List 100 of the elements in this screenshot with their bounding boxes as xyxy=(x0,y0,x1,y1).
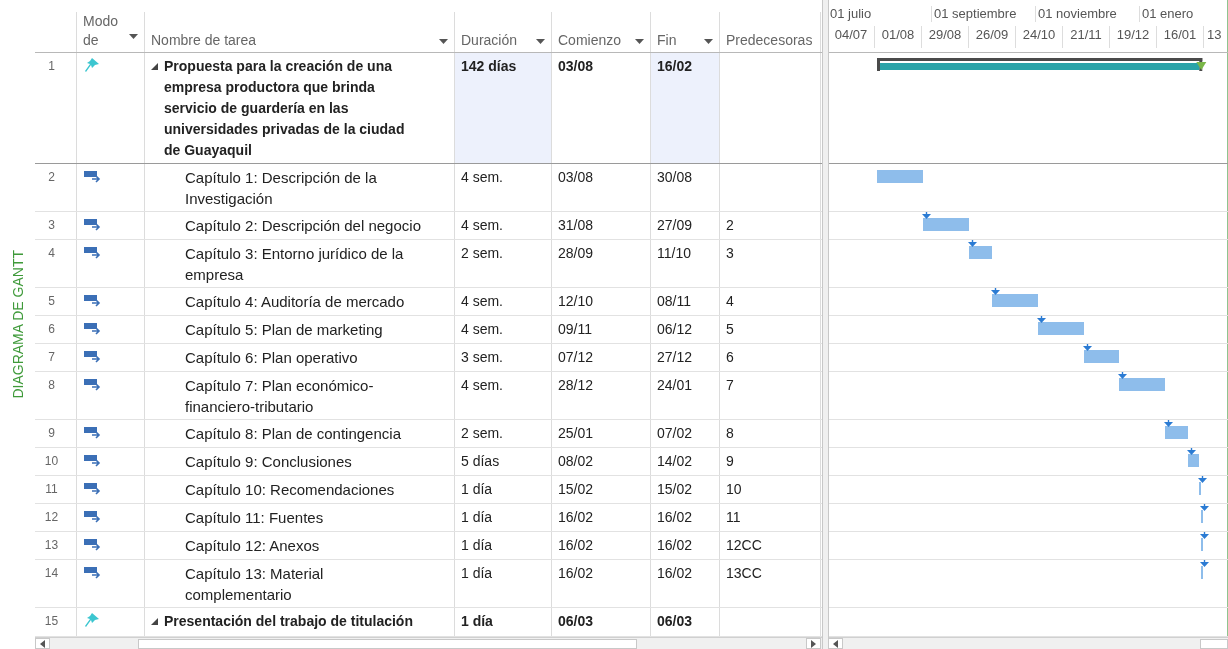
duration-cell: 1 día xyxy=(455,476,552,503)
duration-cell: 1 día xyxy=(455,560,552,607)
row-number: 15 xyxy=(35,608,77,636)
end-date-cell: 27/12 xyxy=(651,344,720,371)
left-arrow-icon xyxy=(833,639,838,648)
timescale-label: 24/10 xyxy=(1015,26,1062,48)
start-date-cell: 09/11 xyxy=(552,316,651,343)
start-date-cell: 03/08 xyxy=(552,164,651,211)
link-arrow xyxy=(1199,532,1209,539)
task-name: Capítulo 3: Entorno jurídico de la empresa xyxy=(185,244,405,285)
task-name: Propuesta para la creación de una empresa productora que brinda servicio de guardería en las universidades privadas de la ciudad de Guayaquil xyxy=(164,57,406,160)
start-date-cell: 16/02 xyxy=(552,532,651,559)
view-label: DIAGRAMA DE GANTT xyxy=(9,250,26,399)
task-bar xyxy=(1199,482,1202,495)
task-bar xyxy=(877,170,924,183)
duration-cell: 5 días xyxy=(455,448,552,475)
row-number: 13 xyxy=(35,532,77,559)
task-bar xyxy=(969,246,993,259)
duration-cell: 1 día xyxy=(455,504,552,531)
column-header[interactable]: Modo de xyxy=(83,12,121,50)
right-arrow-icon xyxy=(811,639,816,648)
column-header[interactable]: Predecesoras xyxy=(726,32,813,48)
collapse-triangle-icon[interactable] xyxy=(151,618,158,625)
timescale-label: 16/01 xyxy=(1156,26,1203,48)
end-date-cell: 15/02 xyxy=(651,476,720,503)
end-date-cell: 07/02 xyxy=(651,420,720,447)
duration-cell: 4 sem. xyxy=(455,316,552,343)
end-date-cell: 27/09 xyxy=(651,212,720,239)
task-name: Capítulo 9: Conclusiones xyxy=(185,452,352,472)
predecessor-cell: 7 xyxy=(720,372,821,419)
end-date-cell: 14/02 xyxy=(651,448,720,475)
dropdown-caret-icon[interactable] xyxy=(536,39,545,44)
timescale-label: 01 enero xyxy=(1139,6,1227,22)
start-date-cell: 06/03 xyxy=(552,608,651,636)
task-name: Capítulo 13: Material complementario xyxy=(185,564,325,605)
row-number: 8 xyxy=(35,372,77,419)
column-header[interactable]: Duración xyxy=(461,32,518,48)
task-name: Capítulo 4: Auditoría de mercado xyxy=(185,292,405,312)
start-date-cell: 25/01 xyxy=(552,420,651,447)
predecessor-cell: 3 xyxy=(720,240,821,287)
row-number: 5 xyxy=(35,288,77,315)
row-number: 12 xyxy=(35,504,77,531)
column-header[interactable]: Nombre de tarea xyxy=(151,32,257,48)
duration-cell: 2 sem. xyxy=(455,420,552,447)
task-bar xyxy=(1164,426,1188,439)
task-bar xyxy=(1038,322,1085,335)
start-date-cell: 07/12 xyxy=(552,344,651,371)
link-arrow xyxy=(968,240,978,247)
task-bar xyxy=(1187,454,1200,467)
column-header[interactable]: Comienzo xyxy=(558,32,622,48)
start-date-cell: 28/09 xyxy=(552,240,651,287)
end-date-cell: 30/08 xyxy=(651,164,720,211)
predecessor-cell: 10 xyxy=(720,476,821,503)
scroll-right-button[interactable] xyxy=(806,638,821,649)
row-number: 9 xyxy=(35,420,77,447)
row-number: 11 xyxy=(35,476,77,503)
timescale-label: 29/08 xyxy=(921,26,968,48)
link-arrow xyxy=(1198,476,1208,483)
task-bar xyxy=(1200,538,1203,551)
link-arrow xyxy=(1199,560,1209,567)
column-header[interactable]: Fin xyxy=(657,32,677,48)
timescale-label: 01 noviembre xyxy=(1035,6,1139,22)
scroll-left-button[interactable] xyxy=(35,638,50,649)
duration-cell: 4 sem. xyxy=(455,372,552,419)
row-number: 4 xyxy=(35,240,77,287)
dropdown-caret-icon[interactable] xyxy=(129,34,138,39)
timescale-label: 04/07 xyxy=(833,26,869,44)
end-date-cell: 16/02 xyxy=(651,504,720,531)
task-bar xyxy=(1200,566,1203,579)
dropdown-caret-icon[interactable] xyxy=(704,39,713,44)
task-bar xyxy=(1118,378,1165,391)
task-name: Capítulo 12: Anexos xyxy=(185,536,320,556)
dropdown-caret-icon[interactable] xyxy=(439,39,448,44)
predecessor-cell: 2 xyxy=(720,212,821,239)
collapse-triangle-icon[interactable] xyxy=(151,63,158,70)
link-arrow xyxy=(991,288,1001,295)
link-arrow xyxy=(1037,316,1047,323)
start-date-cell: 08/02 xyxy=(552,448,651,475)
timescale-label: 01/08 xyxy=(874,26,921,48)
duration-cell: 142 días xyxy=(455,53,552,163)
scrollbar-thumb[interactable] xyxy=(1200,639,1228,649)
timescale-label: 13 xyxy=(1203,26,1222,48)
start-date-cell: 12/10 xyxy=(552,288,651,315)
left-arrow-icon xyxy=(40,639,45,648)
task-bar xyxy=(1200,510,1203,523)
task-bar xyxy=(923,218,970,231)
predecessor-cell: 12CC xyxy=(720,532,821,559)
predecessor-cell: 6 xyxy=(720,344,821,371)
link-arrow xyxy=(1117,372,1127,379)
end-date-cell: 11/10 xyxy=(651,240,720,287)
duration-cell: 4 sem. xyxy=(455,212,552,239)
timescale-label: 26/09 xyxy=(968,26,1015,48)
scrollbar-thumb[interactable] xyxy=(138,639,637,649)
predecessor-cell: 8 xyxy=(720,420,821,447)
dropdown-caret-icon[interactable] xyxy=(635,39,644,44)
link-arrow xyxy=(1199,504,1209,511)
row-number: 7 xyxy=(35,344,77,371)
task-name: Capítulo 11: Fuentes xyxy=(185,508,324,528)
row-number: 14 xyxy=(35,560,77,607)
timescale-label: 21/11 xyxy=(1062,26,1109,48)
